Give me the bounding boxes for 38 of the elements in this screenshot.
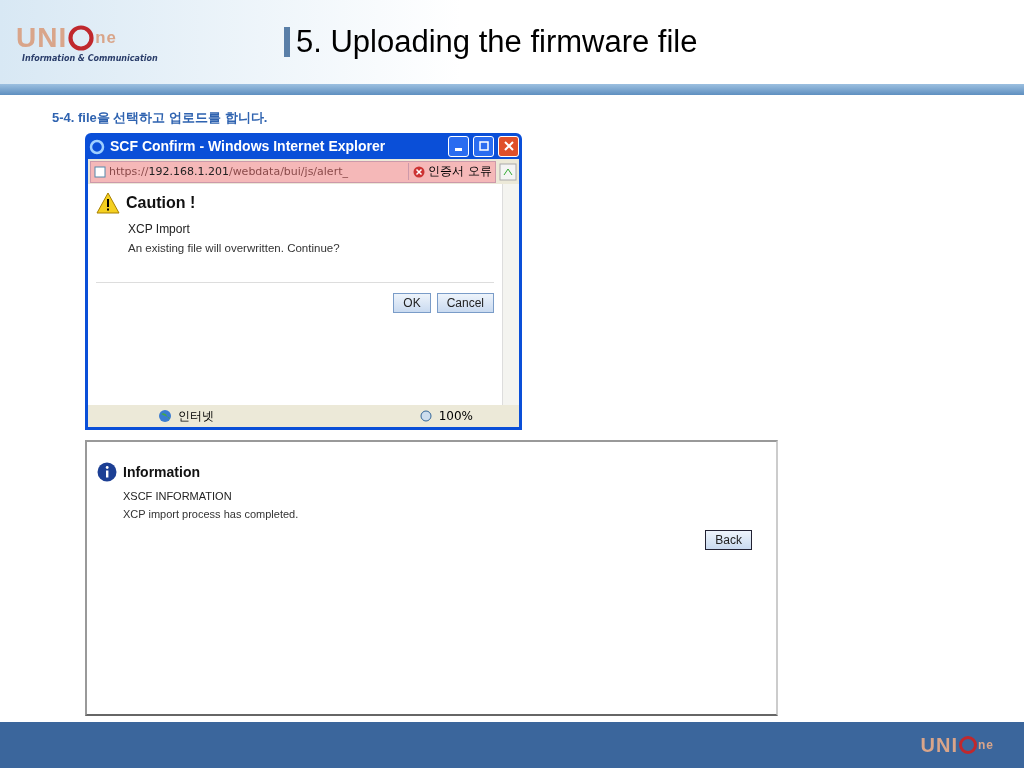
logo-text: ne — [95, 27, 117, 48]
scrollbar[interactable] — [502, 184, 519, 405]
minimize-button[interactable] — [448, 135, 469, 157]
info-heading: Information — [123, 464, 200, 480]
url-text: https://192.168.1.201/webdata/bui/js/alert_ — [109, 165, 349, 178]
page-icon — [94, 165, 106, 178]
browser-logo-icon — [88, 137, 106, 155]
step-caption: 5-4. file을 선택하고 업로드를 합니다. — [52, 109, 269, 127]
zoom-level[interactable]: 100% — [438, 409, 473, 423]
info-message: XCP import process has completed. — [123, 508, 300, 520]
cancel-button[interactable]: Cancel — [436, 293, 494, 313]
close-button[interactable] — [498, 135, 519, 157]
dialog-heading: Caution ! — [126, 194, 196, 212]
ring-icon — [67, 23, 96, 52]
address-bar[interactable]: https://192.168.1.201/webdata/bui/js/alert_ 인증서 오류 — [90, 160, 496, 183]
back-button[interactable]: Back — [705, 530, 752, 550]
zone-text: 인터넷 — [178, 407, 214, 425]
logo-text: UNI — [16, 21, 68, 54]
maximize-icon — [478, 141, 489, 151]
info-subtitle: XSCF INFORMATION — [123, 490, 233, 502]
window-title: SCF Confirm - Windows Internet Explorer — [110, 138, 387, 154]
globe-icon — [158, 409, 172, 423]
ring-icon — [958, 735, 978, 755]
logo-text: ne — [978, 738, 994, 752]
dialog-subtitle: XCP Import — [128, 222, 191, 236]
warning-icon — [96, 192, 120, 214]
info-icon — [97, 462, 117, 482]
ok-button[interactable]: OK — [393, 293, 431, 313]
logo-tagline: Information & Communication — [22, 53, 159, 63]
error-icon — [413, 165, 426, 178]
logo-text: UNI — [920, 733, 958, 757]
maximize-button[interactable] — [473, 135, 494, 157]
title-accent-bar — [284, 27, 290, 57]
slide-title: 5. Uploading the firmware file — [296, 24, 698, 60]
certificate-error[interactable]: 인증서 오류 — [408, 163, 492, 180]
close-icon — [503, 141, 514, 151]
dialog-message: An existing file will overwritten. Continue? — [128, 242, 341, 254]
minimize-icon — [455, 147, 462, 151]
